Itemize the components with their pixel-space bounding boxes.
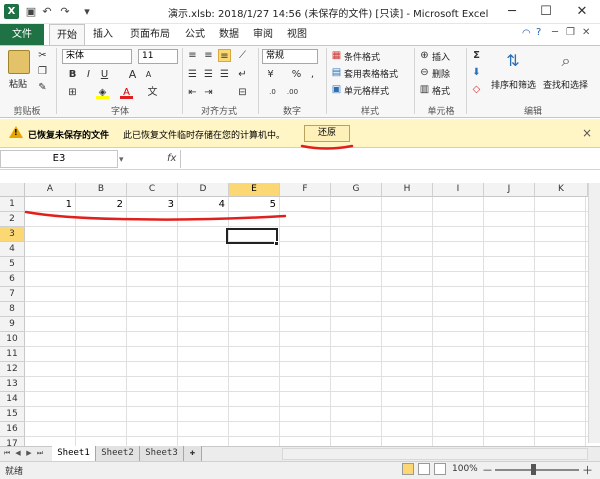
page-break-view-icon[interactable] <box>434 463 446 475</box>
next-sheet-icon[interactable]: ▶ <box>24 448 34 459</box>
sheet-tab-sheet2[interactable]: Sheet2 <box>96 446 140 461</box>
page-layout-view-icon[interactable] <box>418 463 430 475</box>
zoom-slider[interactable] <box>495 469 579 471</box>
zoom-in-button[interactable]: ＋ <box>582 462 593 478</box>
sheet-tab-sheet1[interactable]: Sheet1 <box>52 446 96 461</box>
first-sheet-icon[interactable]: ⏮ <box>2 448 12 459</box>
annotation-underline-row1 <box>24 210 287 221</box>
zoom-slider-thumb[interactable] <box>531 464 536 475</box>
annotation-underline-restore <box>300 144 354 150</box>
zoom-level[interactable]: 100% <box>452 464 478 474</box>
normal-view-icon[interactable] <box>402 463 414 475</box>
status-text: 就绪 <box>5 467 24 477</box>
red-annotation <box>24 144 354 221</box>
last-sheet-icon[interactable]: ⏭ <box>35 448 45 459</box>
insert-sheet-icon[interactable]: ✚ <box>184 446 202 461</box>
zoom-out-button[interactable]: － <box>482 462 493 478</box>
prev-sheet-icon[interactable]: ◀ <box>13 448 23 459</box>
horizontal-scrollbar[interactable] <box>282 448 588 460</box>
sheet-tab-sheet3[interactable]: Sheet3 <box>140 446 184 461</box>
